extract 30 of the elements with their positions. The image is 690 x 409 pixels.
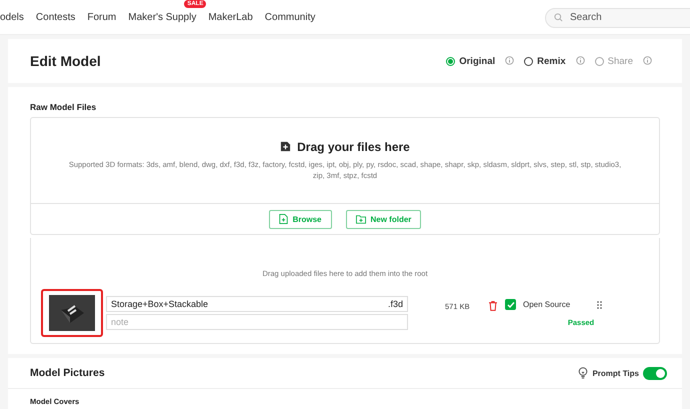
dropzone-title: Drag your files here bbox=[297, 140, 410, 154]
nav-link[interactable]: MakerLab bbox=[208, 12, 253, 22]
nav-link[interactable]: Maker's Supply bbox=[128, 12, 196, 22]
lightbulb-icon bbox=[578, 367, 588, 379]
nav-link[interactable]: Forum bbox=[87, 12, 116, 22]
file-plus-icon bbox=[280, 141, 292, 152]
section-label: Raw Model Files bbox=[30, 102, 96, 112]
trash-icon[interactable] bbox=[489, 301, 497, 311]
open-source-label: Open Source bbox=[523, 300, 570, 309]
file-extension: .f3d bbox=[388, 299, 403, 309]
info-icon[interactable] bbox=[643, 56, 652, 64]
model-thumbnail[interactable] bbox=[41, 289, 103, 337]
drag-handle-icon[interactable] bbox=[597, 300, 602, 308]
nav-link[interactable]: Community bbox=[264, 12, 316, 22]
info-icon[interactable] bbox=[505, 56, 514, 64]
search-field[interactable]: Search bbox=[545, 8, 690, 28]
file-plus-icon bbox=[278, 214, 288, 224]
nav-link[interactable]: Contests bbox=[36, 12, 76, 22]
info-icon[interactable] bbox=[576, 56, 585, 64]
radio-option[interactable]: Remix bbox=[524, 56, 566, 66]
folder-plus-icon bbox=[356, 214, 366, 224]
note-field[interactable]: note bbox=[106, 314, 408, 330]
radio-option[interactable]: Original bbox=[446, 56, 496, 66]
prompt-tips-label: Prompt Tips bbox=[592, 368, 639, 378]
open-source-checkbox[interactable] bbox=[505, 299, 516, 310]
search-icon bbox=[554, 13, 563, 22]
nav-link[interactable]: odels bbox=[0, 12, 24, 22]
page-title: Edit Model bbox=[30, 53, 101, 69]
prompt-tips-toggle[interactable] bbox=[643, 366, 667, 380]
section-title: Model Pictures bbox=[30, 367, 105, 379]
